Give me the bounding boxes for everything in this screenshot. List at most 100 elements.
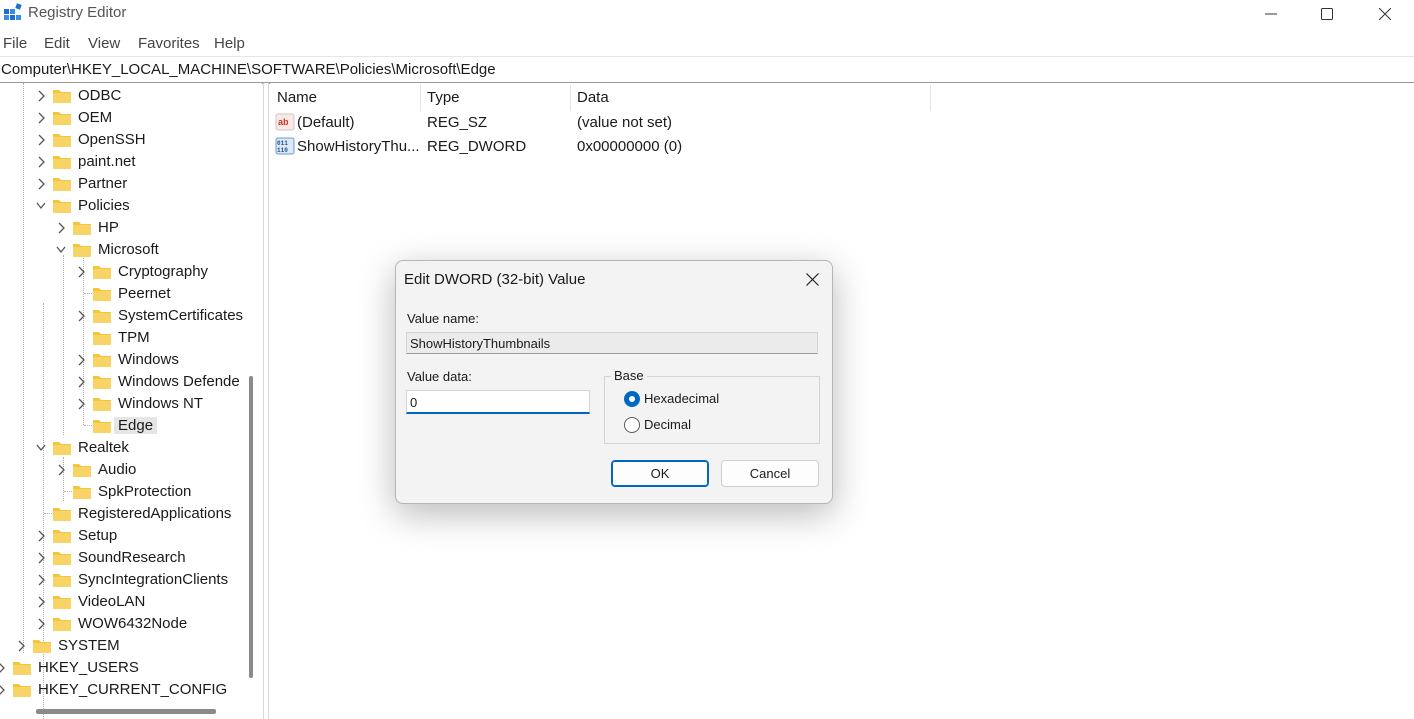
value-data-input[interactable]: 0 [406, 390, 590, 414]
tree-item-partner[interactable]: Partner [0, 173, 262, 195]
tree-item-label: Partner [78, 175, 128, 192]
tree-item-label: paint.net [78, 153, 136, 170]
tree-item-label: Windows [118, 351, 179, 368]
folder-icon [13, 684, 31, 697]
tree-item-tpm[interactable]: TPM [0, 327, 262, 349]
chevron-right-icon[interactable] [36, 112, 46, 124]
column-header-name[interactable]: Name [277, 89, 317, 106]
tree-item-label: RegisteredApplications [78, 505, 232, 522]
tree-vertical-scroll-thumb[interactable] [249, 376, 253, 678]
tree-item-system[interactable]: SYSTEM [0, 635, 262, 657]
chevron-down-icon[interactable] [36, 200, 46, 212]
tree-item-oem[interactable]: OEM [0, 107, 262, 129]
value-data: 0x00000000 (0) [577, 138, 683, 155]
chevron-right-icon[interactable] [76, 398, 86, 410]
tree-item-windows-nt[interactable]: Windows NT [0, 393, 262, 415]
tree-item-odbc[interactable]: ODBC [0, 85, 262, 107]
tree-item-edge[interactable]: Edge [0, 415, 262, 437]
address-bar[interactable]: Computer\HKEY_LOCAL_MACHINE\SOFTWARE\Pol… [0, 56, 1414, 84]
value-row[interactable]: 011 110 ShowHistoryThu... REG_DWORD 0x00… [270, 135, 970, 157]
value-name-field: ShowHistoryThumbnails [406, 332, 818, 354]
chevron-right-icon[interactable] [76, 376, 86, 388]
menu-view[interactable]: View [88, 35, 120, 52]
tree-item-peernet[interactable]: Peernet [0, 283, 262, 305]
tree-horizontal-scroll-thumb[interactable] [36, 709, 216, 714]
value-row[interactable]: ab (Default) REG_SZ (value not set) [270, 111, 970, 133]
chevron-right-icon[interactable] [36, 574, 46, 586]
folder-icon [93, 398, 111, 411]
cancel-button[interactable]: Cancel [721, 460, 819, 487]
chevron-right-icon[interactable] [76, 310, 86, 322]
value-name: (Default) [297, 114, 355, 131]
folder-icon [93, 288, 111, 301]
chevron-right-icon[interactable] [36, 134, 46, 146]
tree-item-label: VideoLAN [78, 593, 146, 610]
maximize-button[interactable] [1298, 0, 1356, 28]
chevron-right-icon[interactable] [36, 156, 46, 168]
tree-item-hp[interactable]: HP [0, 217, 262, 239]
title-bar: Registry Editor [0, 0, 1414, 30]
tree-item-cryptography[interactable]: Cryptography [0, 261, 262, 283]
tree-item-hkey-users[interactable]: HKEY_USERS [0, 657, 262, 679]
column-divider[interactable] [420, 85, 421, 111]
folder-icon [53, 156, 71, 169]
column-divider[interactable] [570, 85, 571, 111]
tree-item-microsoft[interactable]: Microsoft [0, 239, 262, 261]
chevron-right-icon[interactable] [36, 552, 46, 564]
chevron-right-icon[interactable] [0, 662, 6, 674]
tree-item-setup[interactable]: Setup [0, 525, 262, 547]
tree-item-videolan[interactable]: VideoLAN [0, 591, 262, 613]
tree-item-soundresearch[interactable]: SoundResearch [0, 547, 262, 569]
tree-item-spkprotection[interactable]: SpkProtection [0, 481, 262, 503]
column-header-type[interactable]: Type [427, 89, 460, 106]
menu-help[interactable]: Help [214, 35, 245, 52]
chevron-right-icon[interactable] [56, 222, 66, 234]
tree-item-realtek[interactable]: Realtek [0, 437, 262, 459]
close-window-button[interactable] [1356, 0, 1414, 28]
chevron-down-icon[interactable] [36, 442, 46, 454]
ok-button[interactable]: OK [611, 460, 709, 487]
column-divider[interactable] [930, 85, 931, 111]
menu-favorites[interactable]: Favorites [138, 35, 200, 52]
chevron-right-icon[interactable] [36, 618, 46, 630]
dialog-close-button[interactable] [798, 267, 826, 291]
folder-icon [73, 222, 91, 235]
tree-item-audio[interactable]: Audio [0, 459, 262, 481]
radio-unselected-icon [624, 417, 640, 433]
chevron-right-icon[interactable] [36, 90, 46, 102]
tree-item-systemcertificates[interactable]: SystemCertificates [0, 305, 262, 327]
svg-text:ab: ab [278, 117, 289, 127]
tree-item-hkey-current-config[interactable]: HKEY_CURRENT_CONFIG [0, 679, 262, 701]
folder-icon [53, 90, 71, 103]
tree-item-wow6432node[interactable]: WOW6432Node [0, 613, 262, 635]
tree-item-paint-net[interactable]: paint.net [0, 151, 262, 173]
menu-edit[interactable]: Edit [44, 35, 70, 52]
tree-item-label: Windows Defende [118, 373, 240, 390]
tree-item-label: Realtek [78, 439, 129, 456]
tree-item-label: SYSTEM [58, 637, 120, 654]
chevron-down-icon[interactable] [56, 244, 66, 256]
folder-icon [53, 200, 71, 213]
pane-splitter[interactable] [263, 83, 269, 719]
chevron-right-icon[interactable] [76, 354, 86, 366]
maximize-icon [1321, 8, 1333, 20]
chevron-right-icon[interactable] [36, 178, 46, 190]
chevron-right-icon[interactable] [36, 530, 46, 542]
tree-item-syncintegrationclients[interactable]: SyncIntegrationClients [0, 569, 262, 591]
tree-item-registeredapplications[interactable]: RegisteredApplications [0, 503, 262, 525]
chevron-right-icon[interactable] [76, 266, 86, 278]
menu-file[interactable]: File [3, 35, 27, 52]
tree-item-policies[interactable]: Policies [0, 195, 262, 217]
tree-item-label: WOW6432Node [78, 615, 188, 632]
tree-item-openssh[interactable]: OpenSSH [0, 129, 262, 151]
tree-item-windows[interactable]: Windows [0, 349, 262, 371]
tree-item-windows-defende[interactable]: Windows Defende [0, 371, 262, 393]
chevron-right-icon[interactable] [16, 640, 26, 652]
chevron-right-icon[interactable] [56, 464, 66, 476]
chevron-right-icon[interactable] [36, 596, 46, 608]
tree-item-label: ODBC [78, 87, 122, 104]
minimize-button[interactable] [1242, 0, 1300, 28]
value-data-label: Value data: [407, 369, 472, 384]
chevron-right-icon[interactable] [0, 684, 6, 696]
column-header-data[interactable]: Data [577, 89, 609, 106]
